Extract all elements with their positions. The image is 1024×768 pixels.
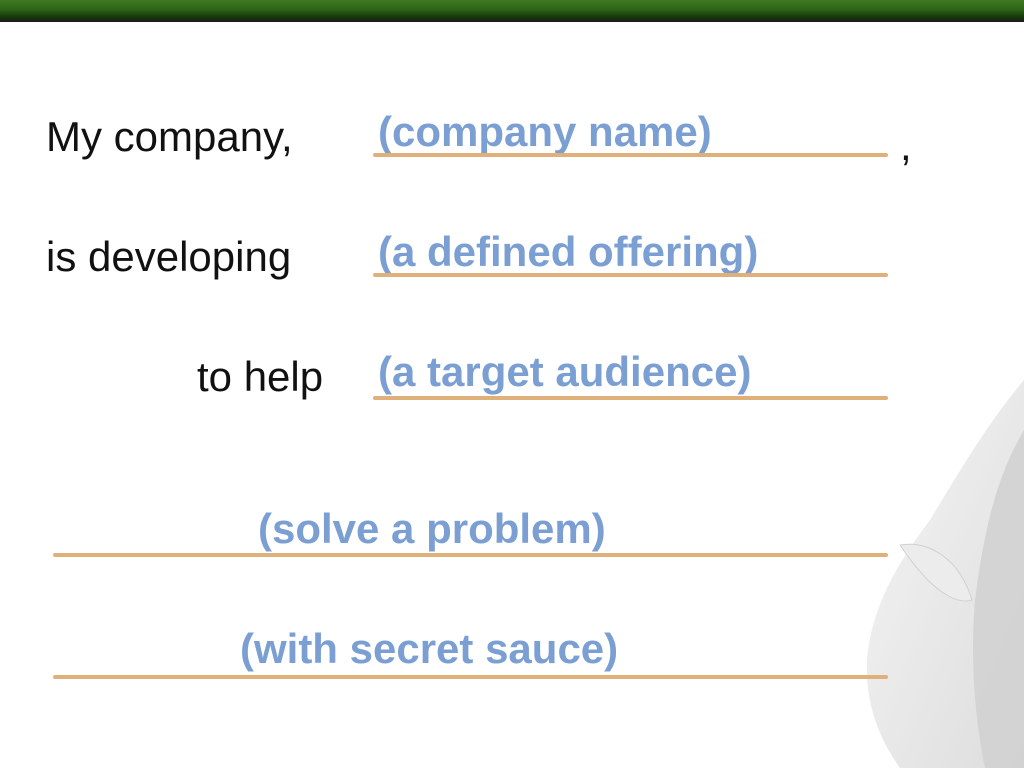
developing-label: is developing: [46, 233, 292, 280]
solve-problem-underline: [53, 553, 888, 557]
company-name-underline: [373, 153, 888, 157]
target-audience-underline: [373, 396, 888, 400]
company-comma: ,: [900, 122, 912, 169]
company-name-field[interactable]: (company name): [378, 108, 712, 156]
target-audience-field[interactable]: (a target audience): [378, 348, 751, 396]
company-label: My company,: [46, 113, 293, 160]
secret-sauce-field[interactable]: (with secret sauce): [240, 625, 618, 673]
defined-offering-underline: [373, 273, 888, 277]
solve-problem-field[interactable]: (solve a problem): [258, 505, 606, 553]
defined-offering-field[interactable]: (a defined offering): [378, 228, 758, 276]
to-help-label: to help: [197, 353, 324, 400]
secret-sauce-underline: [53, 675, 888, 679]
